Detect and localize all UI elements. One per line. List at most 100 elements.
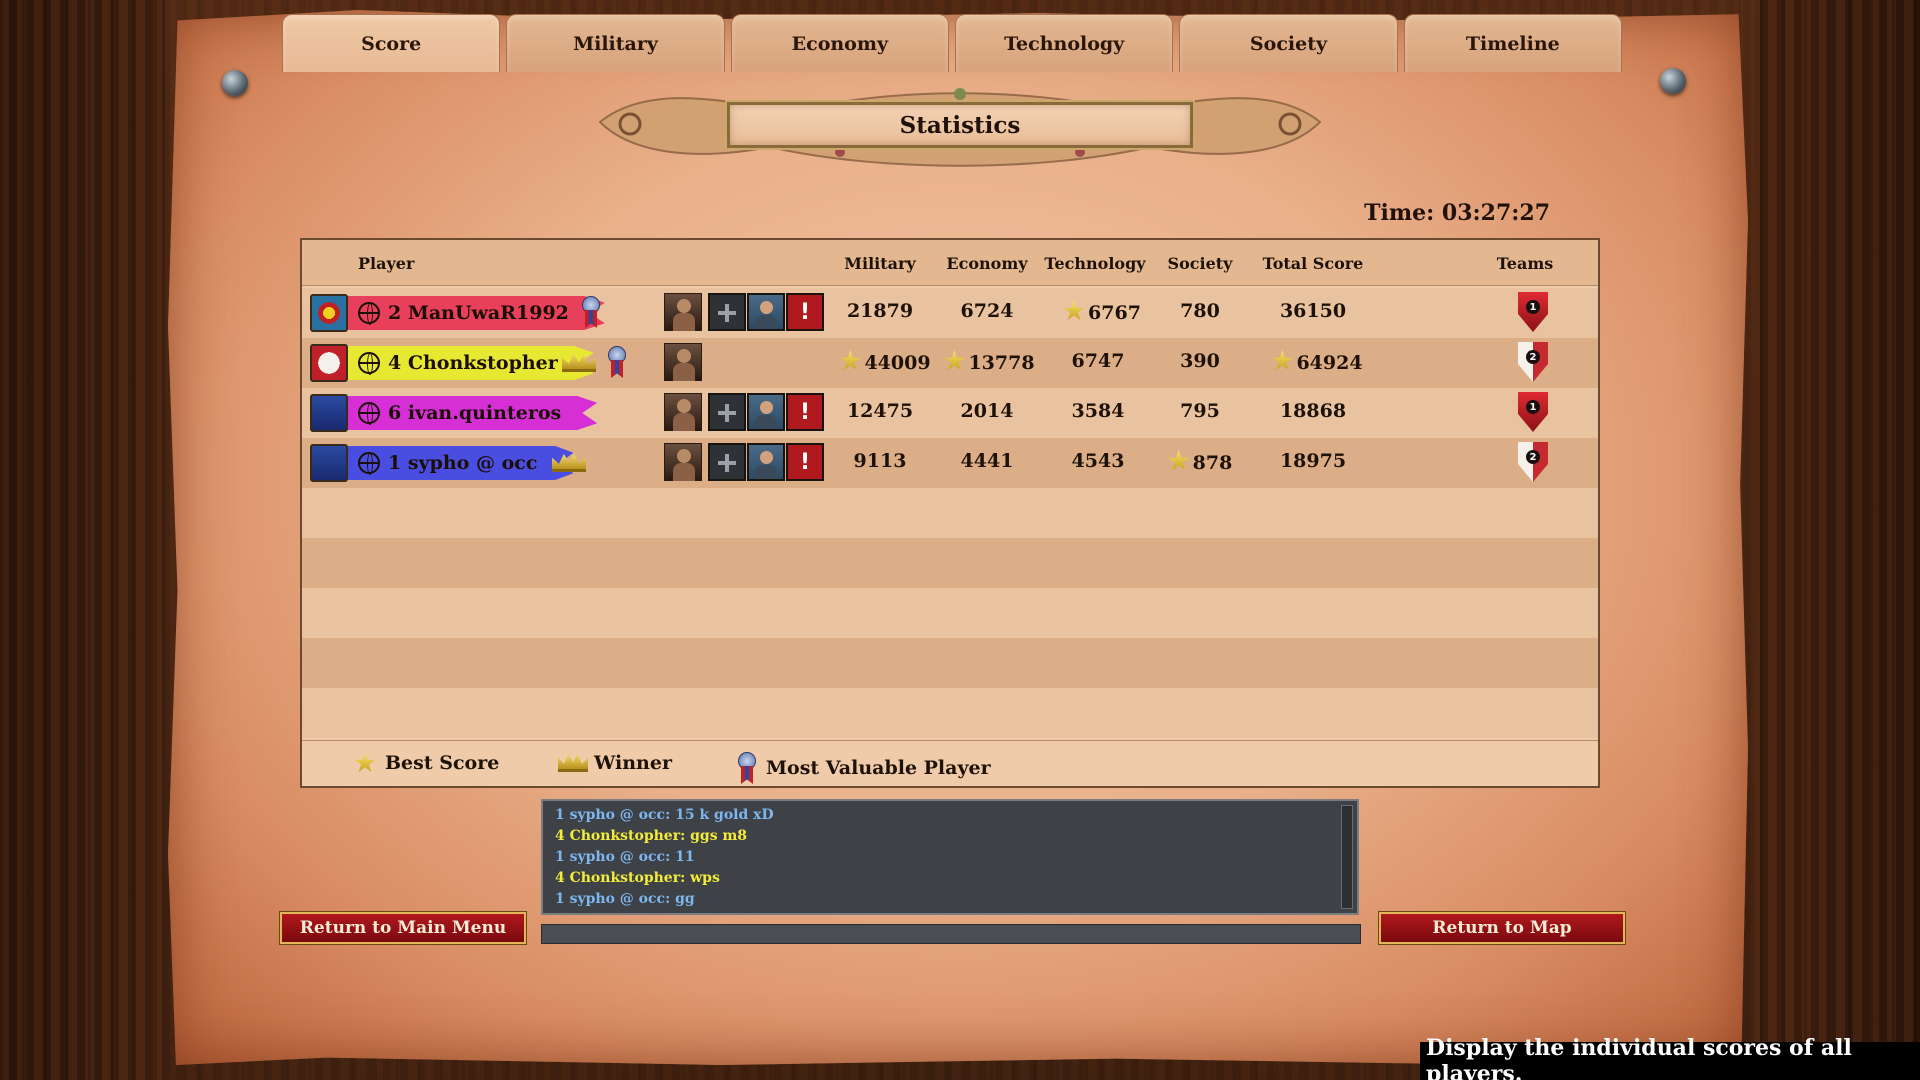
- total-score: 36150: [1279, 300, 1347, 322]
- civ-emblem-icon: [310, 344, 348, 382]
- economy-score: 4441: [960, 450, 1014, 472]
- chat-message: 4 Chonkstopher: ggs m8: [555, 828, 748, 844]
- player-portrait-icon: [664, 343, 702, 381]
- player-name: 6 ivan.quinteros: [388, 402, 562, 424]
- empty-row: [302, 538, 1598, 588]
- profile-button[interactable]: [747, 393, 785, 431]
- player-actions: !: [708, 393, 824, 431]
- society-score: 878: [1147, 450, 1253, 474]
- technology-score: 3584: [1071, 400, 1125, 422]
- empty-row: [302, 638, 1598, 688]
- chat-message: 4 Chonkstopher: wps: [555, 870, 720, 886]
- tab-timeline[interactable]: Timeline: [1403, 14, 1622, 72]
- globe-icon: [358, 402, 380, 425]
- col-military: Military: [844, 254, 916, 273]
- chat-message: 1 sypho @ occ: gg: [555, 891, 695, 907]
- team-shield-icon: 1: [1518, 292, 1548, 332]
- military-score: 21879: [846, 300, 914, 322]
- col-economy: Economy: [946, 254, 1028, 273]
- chat-log[interactable]: 1 sypho @ occ: 15 k gold xD 4 Chonkstoph…: [541, 799, 1359, 915]
- table-row[interactable]: 2 ManUwaR1992 ! 21879 6724 6767 780 3615…: [302, 288, 1598, 338]
- total-score: 64924: [1259, 350, 1375, 374]
- economy-score: 2014: [960, 400, 1014, 422]
- mvp-medal-icon: [582, 296, 600, 328]
- player-banner[interactable]: 4 Chonkstopher: [348, 346, 594, 380]
- player-banner[interactable]: 2 ManUwaR1992: [348, 296, 605, 330]
- society-score: 795: [1180, 400, 1220, 422]
- page-title: Statistics: [727, 102, 1193, 148]
- chat-input[interactable]: [541, 924, 1361, 944]
- add-button[interactable]: [708, 393, 746, 431]
- pin-icon-right: [1660, 68, 1686, 94]
- legend: Best Score Winner Most Valuable Player: [302, 740, 1598, 786]
- tab-technology[interactable]: Technology: [954, 14, 1174, 72]
- empty-row: [302, 588, 1598, 638]
- globe-icon: [358, 452, 380, 475]
- report-button[interactable]: !: [786, 393, 824, 431]
- civ-emblem-icon: [310, 444, 348, 482]
- team-shield-icon: 1: [1518, 392, 1548, 432]
- legend-mvp: Most Valuable Player: [738, 752, 991, 784]
- economy-score: 6724: [960, 300, 1014, 322]
- add-button[interactable]: [708, 293, 746, 331]
- mvp-medal-icon: [608, 346, 626, 378]
- tab-bar: Score Military Economy Technology Societ…: [282, 14, 1622, 72]
- player-name: 4 Chonkstopher: [388, 352, 558, 374]
- military-score: 9113: [853, 450, 907, 472]
- tooltip: Display the individual scores of all pla…: [1420, 1035, 1920, 1080]
- player-banner[interactable]: 6 ivan.quinteros: [348, 396, 598, 430]
- empty-row: [302, 688, 1598, 738]
- tab-economy[interactable]: Economy: [730, 14, 949, 72]
- player-name: 2 ManUwaR1992: [388, 302, 569, 324]
- table-row[interactable]: 1 sypho @ occ ! 9113 4441 4543 878 18975…: [302, 438, 1598, 488]
- col-total: Total Score: [1262, 254, 1364, 273]
- tab-military[interactable]: Military: [506, 14, 725, 72]
- crown-icon: [558, 754, 588, 772]
- tab-society[interactable]: Society: [1179, 14, 1398, 72]
- col-society: Society: [1167, 254, 1233, 273]
- game-time: Time: 03:27:27: [1364, 200, 1550, 226]
- profile-button[interactable]: [747, 443, 785, 481]
- chat-message: 1 sypho @ occ: 15 k gold xD: [555, 807, 774, 823]
- col-player: Player: [358, 254, 415, 273]
- best-score-star-icon: [943, 350, 965, 371]
- economy-score: 13778: [934, 350, 1044, 374]
- total-score: 18975: [1279, 450, 1347, 472]
- technology-score: 6747: [1071, 350, 1125, 372]
- star-icon: [354, 752, 376, 773]
- civ-emblem-icon: [310, 394, 348, 432]
- profile-button[interactable]: [747, 293, 785, 331]
- tab-score[interactable]: Score: [282, 14, 501, 72]
- table-row[interactable]: 4 Chonkstopher 44009 13778 6747 390 6492…: [302, 338, 1598, 388]
- technology-score: 4543: [1071, 450, 1125, 472]
- globe-icon: [358, 302, 380, 325]
- table-row[interactable]: 6 ivan.quinteros ! 12475 2014 3584 795 1…: [302, 388, 1598, 438]
- chat-message: 1 sypho @ occ: 11: [555, 849, 695, 865]
- table-header: Player Military Economy Technology Socie…: [302, 240, 1598, 286]
- player-banner[interactable]: 1 sypho @ occ: [348, 446, 574, 480]
- best-score-star-icon: [839, 350, 861, 371]
- return-map-button[interactable]: Return to Map: [1379, 912, 1625, 944]
- society-score: 780: [1180, 300, 1220, 322]
- society-score: 390: [1180, 350, 1220, 372]
- empty-row: [302, 488, 1598, 538]
- player-portrait-icon: [664, 393, 702, 431]
- team-shield-icon: 2: [1518, 442, 1548, 482]
- globe-icon: [358, 352, 380, 375]
- technology-score: 6767: [1047, 300, 1157, 324]
- total-score: 18868: [1279, 400, 1347, 422]
- player-name: 1 sypho @ occ: [388, 452, 538, 474]
- report-button[interactable]: !: [786, 443, 824, 481]
- player-portrait-icon: [664, 443, 702, 481]
- military-score: 44009: [830, 350, 940, 374]
- player-actions: !: [708, 443, 824, 481]
- legend-best-score: Best Score: [354, 752, 499, 774]
- player-portrait-icon: [664, 293, 702, 331]
- report-button[interactable]: !: [786, 293, 824, 331]
- col-technology: Technology: [1044, 254, 1146, 273]
- pin-icon-left: [222, 70, 248, 96]
- return-main-menu-button[interactable]: Return to Main Menu: [280, 912, 526, 944]
- chat-scrollbar[interactable]: [1341, 805, 1353, 909]
- add-button[interactable]: [708, 443, 746, 481]
- score-table: Player Military Economy Technology Socie…: [300, 238, 1600, 788]
